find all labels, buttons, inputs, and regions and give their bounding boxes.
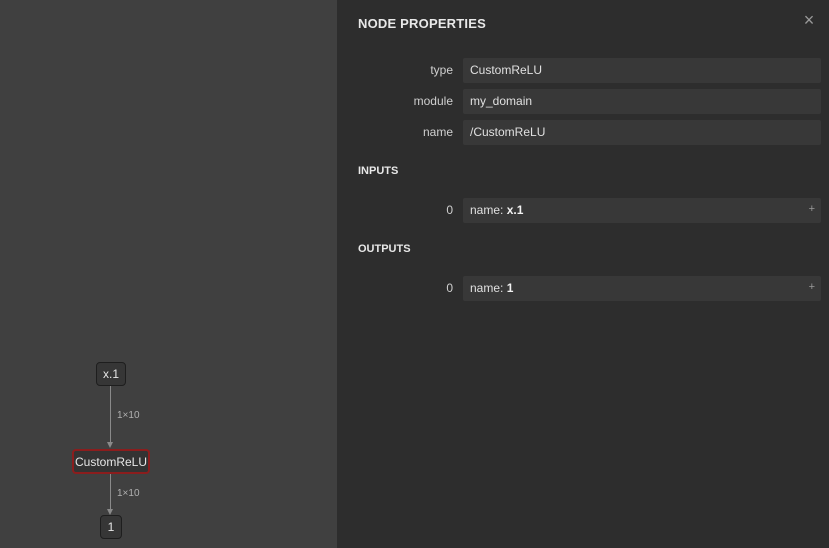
edge-arrow-1 xyxy=(107,442,113,448)
close-icon[interactable]: × xyxy=(801,11,817,29)
edge-label-shape-2: 1×10 xyxy=(117,488,140,499)
output-index: 0 xyxy=(446,281,453,295)
input-name-prefix: name: xyxy=(470,203,507,217)
property-label: type xyxy=(430,63,453,77)
property-value[interactable]: /CustomReLU xyxy=(463,120,821,145)
output-row-0: 0 name: 1 + xyxy=(337,276,829,301)
property-value[interactable]: CustomReLU xyxy=(463,58,821,83)
op-node-customrelu[interactable]: CustomReLU xyxy=(72,449,150,474)
property-label: name xyxy=(422,125,453,139)
node-properties-sidebar: NODE PROPERTIES × type CustomReLU module… xyxy=(337,0,829,548)
graph-canvas[interactable]: x.1 1×10 CustomReLU 1×10 1 xyxy=(0,0,337,548)
edge-label-shape-1: 1×10 xyxy=(117,410,140,421)
input-node-label: x.1 xyxy=(102,367,119,381)
property-row-name: name /CustomReLU xyxy=(337,120,829,145)
expand-icon[interactable]: + xyxy=(809,276,815,299)
inputs-heading: INPUTS xyxy=(358,165,399,177)
output-name-prefix: name: xyxy=(470,281,507,295)
output-name: 1 xyxy=(506,281,514,295)
input-index: 0 xyxy=(446,203,453,217)
input-row-0: 0 name: x.1 + xyxy=(337,198,829,223)
edge-op-to-output xyxy=(110,474,111,509)
property-value[interactable]: my_domain xyxy=(463,89,821,114)
expand-icon[interactable]: + xyxy=(809,198,815,221)
edge-input-to-op xyxy=(110,386,111,442)
output-node-label: 1 xyxy=(107,520,115,534)
op-node-label: CustomReLU xyxy=(74,454,148,469)
outputs-heading: OUTPUTS xyxy=(358,243,411,255)
sidebar-title: NODE PROPERTIES xyxy=(358,16,486,31)
input-node-x1[interactable]: x.1 xyxy=(96,362,126,386)
input-value[interactable]: name: x.1 + xyxy=(463,198,821,223)
property-label: module xyxy=(413,94,453,108)
output-node-1[interactable]: 1 xyxy=(100,515,122,539)
property-row-module: module my_domain xyxy=(337,89,829,114)
input-name: x.1 xyxy=(506,203,524,217)
output-value[interactable]: name: 1 + xyxy=(463,276,821,301)
property-row-type: type CustomReLU xyxy=(337,58,829,83)
